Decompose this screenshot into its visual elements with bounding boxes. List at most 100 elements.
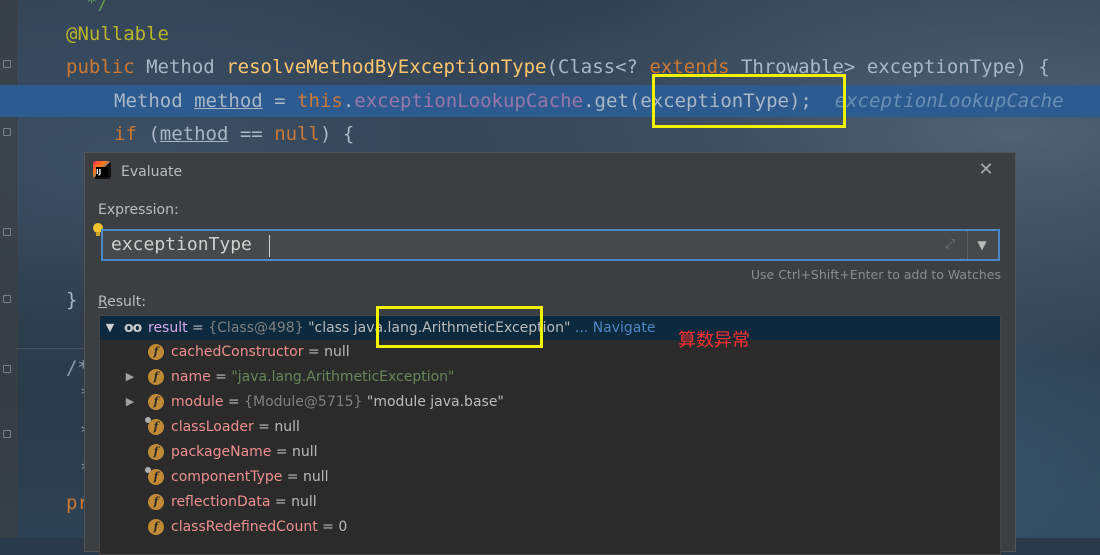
field-icon: f — [148, 494, 164, 510]
var-value: null — [303, 469, 329, 485]
var-eq: = — [317, 519, 339, 535]
var-name: classRedefinedCount — [171, 519, 318, 535]
kw-null: null — [274, 123, 320, 145]
dialog-title: Evaluate — [121, 164, 183, 180]
highlight-box-editor — [652, 74, 846, 128]
highlight-box-result — [376, 306, 543, 348]
fold-marker-icon[interactable] — [3, 60, 11, 68]
var-name: packageName — [171, 444, 272, 460]
var-eq: = — [253, 419, 275, 435]
evaluate-dialog[interactable]: IJ Evaluate ✕ Expression: ⤢ ▼ Use Ctrl+S… — [84, 152, 1016, 555]
method-separator — [16, 348, 86, 349]
var-value: 0 — [338, 519, 348, 535]
var-name: name — [171, 369, 211, 385]
field-icon: f — [145, 467, 164, 485]
watch-hint: Use Ctrl+Shift+Enter to add to Watches — [750, 267, 1001, 282]
method-name: resolveMethodByExceptionType — [226, 56, 547, 78]
local-type: Method — [114, 90, 183, 112]
var-eq: = — [210, 369, 232, 385]
kw-if: if — [114, 123, 137, 145]
code-if-line: if (method == null) { — [114, 119, 354, 149]
var-name: module — [171, 394, 224, 410]
var-eq: = — [270, 494, 292, 510]
navigate-link[interactable]: ... Navigate — [570, 320, 656, 336]
fold-marker-icon[interactable] — [3, 228, 11, 236]
var-eq: = — [187, 320, 209, 336]
expression-input[interactable] — [111, 231, 931, 259]
fold-marker-icon[interactable] — [3, 128, 11, 136]
code-current-line[interactable]: Method method = this.exceptionLookupCach… — [114, 86, 1064, 116]
return-type: Method — [146, 56, 215, 78]
field-icon: f — [148, 344, 164, 360]
field-icon: f — [148, 519, 164, 535]
inline-debug-hint: exceptionLookupCache — [834, 90, 1064, 112]
kw-this: this — [297, 90, 343, 112]
var-value: "module java.base" — [362, 394, 504, 410]
tree-row[interactable]: f classLoader = null — [100, 415, 1000, 439]
assign-op: = — [262, 90, 298, 112]
var-name: reflectionData — [171, 494, 271, 510]
var-type: {Class@498} — [208, 320, 304, 336]
annotation-note: 算数异常 — [678, 330, 750, 351]
if-op: == — [228, 123, 275, 145]
if-close: ) { — [319, 123, 355, 145]
tree-row[interactable]: ▶ f name = "java.lang.ArithmeticExceptio… — [100, 365, 1000, 389]
tree-row[interactable]: ▶ f module = {Module@5715} "module java.… — [100, 390, 1000, 414]
tree-row[interactable]: f reflectionData = null — [100, 490, 1000, 514]
var-value: null — [324, 344, 350, 360]
local-var: method — [194, 90, 263, 112]
jetbrains-app-icon: IJ — [93, 161, 111, 179]
field-ref: exceptionLookupCache — [354, 90, 584, 112]
tree-collapse-icon[interactable]: ▼ — [104, 316, 116, 340]
var-value: null — [291, 494, 317, 510]
tree-row-result[interactable]: ▼ oo result = {Class@498} "class java.la… — [100, 316, 1000, 340]
field-icon: f — [148, 369, 164, 385]
field-icon: f — [145, 417, 164, 435]
kw-public: public — [66, 56, 135, 78]
var-name: classLoader — [171, 419, 254, 435]
chevron-down-icon[interactable]: ▼ — [972, 231, 992, 259]
var-type: {Module@5715} — [244, 394, 363, 410]
watch-glasses-icon: oo — [124, 320, 142, 336]
fold-marker-icon[interactable] — [3, 430, 11, 438]
code-comment-fragment: */ — [86, 0, 109, 14]
code-annotation: @Nullable — [66, 23, 169, 45]
editor-gutter — [0, 0, 17, 538]
result-label-text: esult: — [107, 294, 146, 310]
tree-expand-icon[interactable]: ▶ — [124, 365, 136, 389]
close-icon[interactable]: ✕ — [977, 161, 995, 179]
expression-label: Expression: — [98, 202, 179, 218]
tree-row[interactable]: f classRedefinedCount = 0 — [100, 515, 1000, 539]
code-method-signature: public Method resolveMethodByExceptionTy… — [66, 52, 1050, 82]
var-name: componentType — [171, 469, 283, 485]
var-eq: = — [282, 469, 303, 485]
var-eq: = — [223, 394, 245, 410]
var-value: null — [274, 419, 300, 435]
result-label: Result: — [98, 294, 146, 310]
var-eq: = — [271, 444, 293, 460]
result-label-mnemonic: R — [98, 294, 108, 310]
tree-row[interactable]: f cachedConstructor = null — [100, 340, 1000, 364]
if-var: method — [159, 123, 229, 145]
fold-marker-icon[interactable] — [3, 295, 11, 303]
tree-expand-icon[interactable]: ▶ — [124, 390, 136, 414]
expression-field[interactable]: ⤢ ▼ — [101, 229, 1000, 261]
var-name: cachedConstructor — [171, 344, 304, 360]
field-icon: f — [148, 394, 164, 410]
var-value: "java.lang.ArithmeticException" — [231, 369, 455, 385]
dialog-titlebar[interactable]: IJ Evaluate ✕ — [85, 153, 1015, 191]
expand-icon[interactable]: ⤢ — [942, 237, 958, 253]
var-name: result — [148, 320, 188, 336]
if-open: ( — [136, 123, 160, 145]
result-tree[interactable]: ▼ oo result = {Class@498} "class java.la… — [99, 315, 1001, 555]
var-value: null — [292, 444, 318, 460]
field-icon: f — [148, 444, 164, 460]
tree-row[interactable]: f packageName = null — [100, 440, 1000, 464]
fold-marker-icon[interactable] — [3, 365, 11, 373]
params-open: (Class<? — [546, 56, 650, 78]
dropdown-divider — [967, 231, 968, 259]
tree-row[interactable]: f componentType = null — [100, 465, 1000, 489]
text-caret — [269, 235, 270, 257]
var-eq: = — [303, 344, 325, 360]
dot: . — [342, 90, 355, 112]
